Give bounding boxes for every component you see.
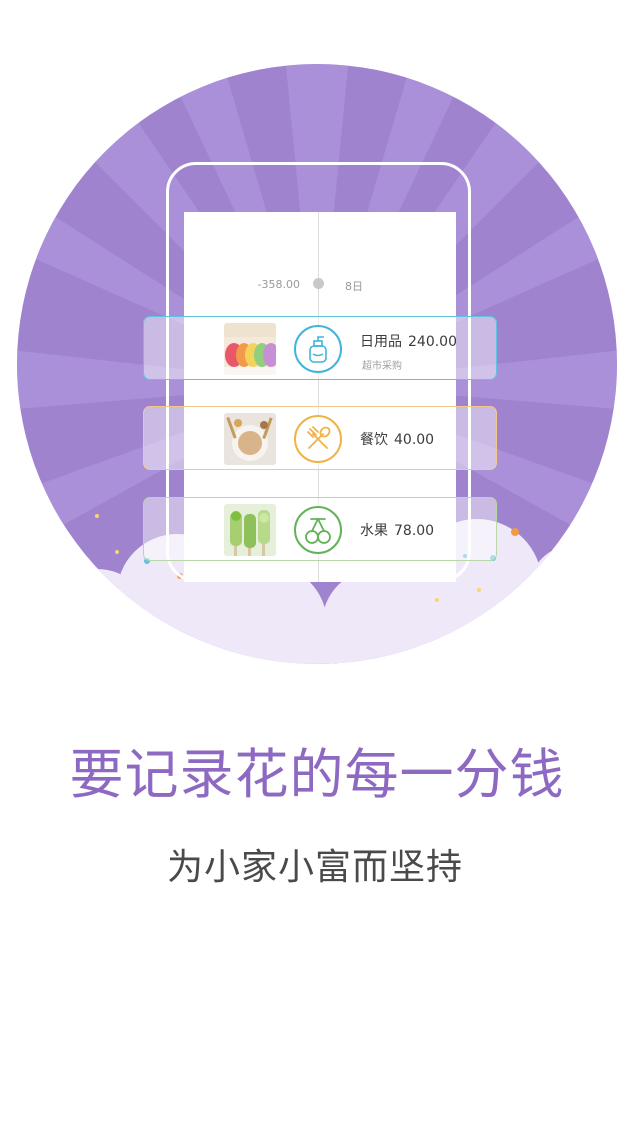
day-label: 8日 xyxy=(345,280,363,293)
expense-card-daily-goods: 日用品 240.00 超市采购 xyxy=(143,316,497,380)
amount: 240.00 xyxy=(408,334,457,350)
fork-spoon-icon xyxy=(294,415,342,463)
expense-card-fruit: 水果 78.00 xyxy=(143,497,497,561)
lotion-bottle-icon xyxy=(294,325,342,373)
cherry-icon xyxy=(294,506,342,554)
expense-note: 超市采购 xyxy=(362,361,402,372)
dining-photo xyxy=(224,413,276,465)
expense-card-dining: 餐饮 40.00 xyxy=(143,406,497,470)
amount: 78.00 xyxy=(394,523,435,539)
day-total: -358.00 xyxy=(257,278,300,291)
fruit-popsicle-photo xyxy=(224,504,276,556)
subline: 为小家小富而坚持 xyxy=(166,847,463,888)
macaron-photo xyxy=(224,323,276,375)
category-name: 餐饮 xyxy=(360,432,388,448)
amount: 40.00 xyxy=(394,432,435,448)
timeline-dot xyxy=(313,278,324,289)
category-name: 水果 xyxy=(360,523,388,539)
category-name: 日用品 xyxy=(360,334,402,350)
headline: 要记录花的每一分钱 xyxy=(69,743,565,806)
